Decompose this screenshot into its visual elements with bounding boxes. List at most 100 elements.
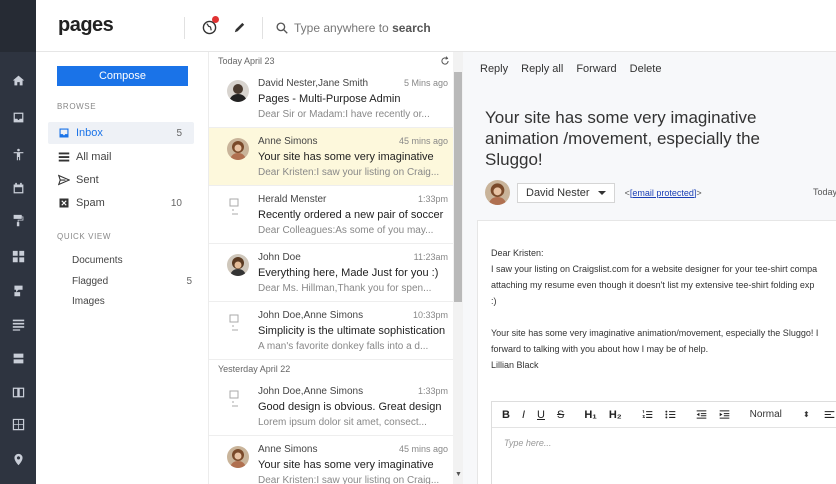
text-style-value: Normal: [749, 409, 782, 420]
message-subject: Pages - Multi-Purpose Admin: [258, 93, 401, 105]
map-pin-icon[interactable]: [6, 278, 30, 302]
location-icon[interactable]: [6, 447, 30, 471]
sender-dropdown[interactable]: David Nester: [517, 182, 615, 203]
message-preview: Dear Sir or Madam:I have recently or...: [258, 109, 430, 120]
list-icon: [57, 151, 70, 164]
text-style-select[interactable]: Normal ⬍: [750, 409, 810, 420]
folder-count: 10: [170, 197, 182, 209]
header-divider: [184, 17, 185, 39]
message-list-scrollbar[interactable]: ▼: [453, 52, 463, 484]
message-subject: Everything here, Made Just for you :): [258, 267, 439, 279]
app-logo[interactable]: pages: [58, 14, 114, 37]
sender-email: <[email protected]>: [624, 187, 702, 198]
quick-label: Documents: [72, 254, 123, 266]
globe-icon[interactable]: [200, 16, 219, 36]
message-row[interactable]: Anne Simons 45 mins ago Your site has so…: [209, 436, 454, 484]
message-row[interactable]: David Nester,Jane Smith 5 Mins ago Pages…: [209, 70, 454, 128]
refresh-icon[interactable]: [440, 56, 450, 66]
ordered-list-icon[interactable]: [642, 409, 653, 420]
broken-image-icon: [227, 312, 249, 334]
accessibility-icon[interactable]: [6, 142, 30, 166]
body-line: Your site has some very imaginative anim…: [491, 328, 819, 338]
columns-icon[interactable]: [6, 380, 30, 404]
folder-count: 5: [176, 127, 182, 139]
paint-roller-icon[interactable]: [6, 208, 30, 232]
align-icon[interactable]: [824, 409, 835, 420]
body-line: :): [491, 296, 497, 306]
body-line: forward to talking with you about how I …: [491, 344, 709, 354]
body-signature: Lillian Black: [491, 360, 539, 370]
inbox-icon: [57, 127, 70, 140]
heading2-button[interactable]: H₂: [609, 409, 622, 421]
quick-flagged[interactable]: Flagged 5: [72, 272, 192, 290]
message-time: 1:33pm: [417, 194, 448, 204]
inbox-icon[interactable]: [6, 105, 30, 129]
message-time: 45 mins ago: [398, 136, 448, 146]
bullet-list-icon[interactable]: [665, 409, 676, 420]
outdent-icon[interactable]: [696, 409, 707, 420]
avatar: [485, 180, 510, 205]
reading-pane: Reply Reply all Forward Delete Your site…: [463, 52, 836, 484]
folder-all-mail[interactable]: All mail: [48, 146, 194, 168]
email-link[interactable]: [email protected]: [630, 188, 697, 198]
delete-button[interactable]: Delete: [630, 63, 662, 75]
message-row[interactable]: Herald Menster 1:33pm Recently ordered a…: [209, 186, 454, 244]
message-preview: Dear Kristen:I saw your listing on Craig…: [258, 475, 440, 484]
message-from: John Doe,Anne Simons: [258, 310, 364, 321]
search-placeholder[interactable]: Type anywhere to search: [294, 21, 431, 35]
grid-icon[interactable]: [6, 244, 30, 268]
message-row[interactable]: John Doe 11:23am Everything here, Made J…: [209, 244, 454, 302]
home-icon[interactable]: [6, 68, 30, 92]
bold-button[interactable]: B: [502, 409, 510, 421]
quick-documents[interactable]: Documents: [72, 251, 192, 269]
italic-button[interactable]: I: [522, 409, 525, 421]
indent-icon[interactable]: [719, 409, 730, 420]
reply-button[interactable]: Reply: [480, 63, 508, 75]
strikethrough-button[interactable]: S: [557, 409, 564, 421]
forward-button[interactable]: Forward: [576, 63, 616, 75]
message-row[interactable]: John Doe,Anne Simons 1:33pm Good design …: [209, 378, 454, 436]
message-list: Today April 23 David Nester,Jane Smith 5…: [208, 52, 463, 484]
send-icon: [57, 174, 70, 187]
message-row[interactable]: John Doe,Anne Simons 10:33pm Simplicity …: [209, 302, 454, 360]
pencil-icon[interactable]: [230, 18, 248, 36]
editor-placeholder[interactable]: Type here...: [504, 438, 551, 448]
rail-top: [0, 0, 36, 52]
compose-button[interactable]: Compose: [57, 66, 188, 86]
search-icon: [276, 22, 288, 34]
search-bar[interactable]: Type anywhere to search: [276, 18, 431, 38]
reply-all-button[interactable]: Reply all: [521, 63, 563, 75]
table-icon[interactable]: [6, 412, 30, 436]
folder-inbox[interactable]: Inbox 5: [48, 122, 194, 144]
avatar: [227, 80, 249, 102]
app-rail: [0, 0, 36, 484]
day-header: Yesterday April 22: [209, 360, 454, 378]
align-icon[interactable]: [6, 312, 30, 336]
folder-label: All mail: [76, 151, 112, 163]
editor-toolbar: B I U S H₁ H₂ Normal ⬍: [492, 402, 836, 428]
message-body: Dear Kristen: I saw your listing on Crai…: [491, 245, 836, 373]
message-preview: Lorem ipsum dolor sit amet, consect...: [258, 417, 427, 428]
message-from: Anne Simons: [258, 444, 318, 455]
message-row-selected[interactable]: Anne Simons 45 mins ago Your site has so…: [209, 128, 454, 186]
message-preview: Dear Kristen:I saw your listing on Craig…: [258, 167, 440, 178]
message-subject: Simplicity is the ultimate sophisticatio…: [258, 325, 446, 337]
server-icon[interactable]: [6, 346, 30, 370]
folder-spam[interactable]: Spam 10: [48, 192, 194, 214]
calendar-icon[interactable]: [6, 176, 30, 200]
underline-button[interactable]: U: [537, 409, 545, 421]
scrollbar-thumb[interactable]: [454, 72, 462, 302]
folder-sent[interactable]: Sent: [48, 169, 194, 191]
message-from: John Doe,Anne Simons: [258, 386, 364, 397]
message-from: David Nester,Jane Smith: [258, 78, 369, 89]
avatar: [227, 254, 249, 276]
sender-row: David Nester <[email protected]>: [485, 180, 702, 205]
quick-images[interactable]: Images: [72, 292, 192, 310]
folder-sidebar: Compose BROWSE Inbox 5 All mail Sent Spa…: [36, 52, 208, 484]
day-header: Today April 23: [209, 52, 454, 70]
reply-editor[interactable]: B I U S H₁ H₂ Normal ⬍ Type here...: [491, 401, 836, 484]
message-preview: Dear Colleagues:As some of you may...: [258, 225, 434, 236]
avatar: [227, 446, 249, 468]
heading1-button[interactable]: H₁: [584, 409, 597, 421]
scroll-down-icon[interactable]: ▼: [455, 471, 462, 478]
